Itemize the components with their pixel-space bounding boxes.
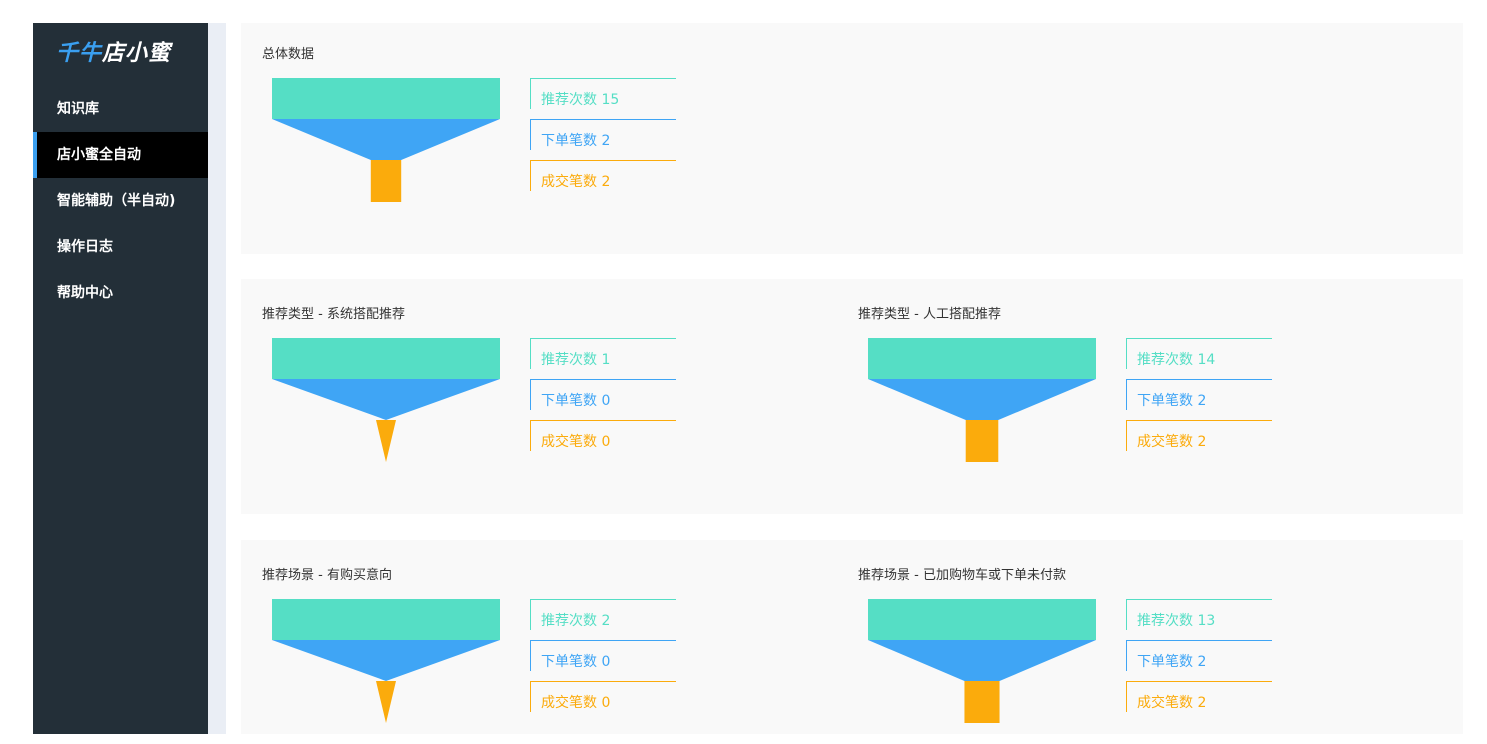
legend-item-deal: 成交笔数 2 <box>1126 681 1272 722</box>
funnel-stage-order <box>868 640 1096 681</box>
legend-item-recommend: 推荐次数 1 <box>530 338 676 379</box>
sidebar-item-smart-assist[interactable]: 智能辅助（半自动) <box>33 178 208 224</box>
funnel-stage-deal <box>965 420 999 462</box>
funnel-chart <box>868 338 1096 462</box>
app-logo: 千牛店小蜜 <box>56 38 171 70</box>
funnel-stage-recommend <box>272 78 500 119</box>
funnel-stage-recommend <box>868 599 1096 640</box>
funnel-chart <box>272 78 500 202</box>
legend-order-label: 下单笔数 2 <box>1126 640 1272 671</box>
funnel-block: 推荐场景 - 有购买意向 推荐次数 2 下单笔数 0 成交笔数 0 <box>241 544 801 744</box>
legend-order-label: 下单笔数 2 <box>1126 379 1272 410</box>
funnel-block: 推荐类型 - 系统搭配推荐 推荐次数 1 下单笔数 0 成交笔数 0 <box>241 283 801 483</box>
overall-panel: 总体数据 推荐次数 15 下单笔数 2 成交笔数 2 <box>241 23 1463 254</box>
recommend-scene-panel: 推荐场景 - 有购买意向 推荐次数 2 下单笔数 0 成交笔数 0 推荐场景 -… <box>241 540 1463 734</box>
sidebar-item-full-auto[interactable]: 店小蜜全自动 <box>33 132 208 178</box>
legend-deal-label: 成交笔数 0 <box>530 681 676 712</box>
funnel-block: 推荐类型 - 人工搭配推荐 推荐次数 14 下单笔数 2 成交笔数 2 <box>837 283 1397 483</box>
block-title: 推荐类型 - 人工搭配推荐 <box>858 307 1001 322</box>
funnel-stage-deal <box>376 681 396 723</box>
block-title: 总体数据 <box>262 47 315 62</box>
funnel-stage-recommend <box>272 338 500 379</box>
legend-item-deal: 成交笔数 2 <box>530 160 676 201</box>
funnel-stage-recommend <box>868 338 1096 379</box>
legend-order-label: 下单笔数 0 <box>530 379 676 410</box>
funnel-stage-order <box>272 119 500 160</box>
legend-recommend-label: 推荐次数 13 <box>1126 599 1272 630</box>
legend-item-order: 下单笔数 0 <box>530 640 676 681</box>
legend-item-recommend: 推荐次数 14 <box>1126 338 1272 379</box>
legend-recommend-label: 推荐次数 2 <box>530 599 676 630</box>
funnel-stage-order <box>868 379 1096 420</box>
funnel-legend: 推荐次数 13 下单笔数 2 成交笔数 2 <box>1126 599 1272 722</box>
legend-deal-label: 成交笔数 0 <box>530 420 676 451</box>
funnel-legend: 推荐次数 1 下单笔数 0 成交笔数 0 <box>530 338 676 461</box>
funnel-stage-deal <box>370 160 402 202</box>
legend-item-order: 下单笔数 0 <box>530 379 676 420</box>
block-title: 推荐场景 - 已加购物车或下单未付款 <box>858 568 1066 583</box>
legend-deal-label: 成交笔数 2 <box>530 160 676 191</box>
funnel-stage-order <box>272 640 500 681</box>
legend-item-deal: 成交笔数 2 <box>1126 420 1272 461</box>
funnel-stage-recommend <box>272 599 500 640</box>
sidebar: 千牛店小蜜 知识库 店小蜜全自动 智能辅助（半自动) 操作日志 帮助中心 <box>33 23 208 734</box>
legend-deal-label: 成交笔数 2 <box>1126 681 1272 712</box>
legend-recommend-label: 推荐次数 1 <box>530 338 676 369</box>
sidebar-divider <box>208 23 226 734</box>
sidebar-item-knowledge-base[interactable]: 知识库 <box>33 86 208 132</box>
funnel-legend: 推荐次数 15 下单笔数 2 成交笔数 2 <box>530 78 676 201</box>
recommend-type-panel: 推荐类型 - 系统搭配推荐 推荐次数 1 下单笔数 0 成交笔数 0 推荐类型 … <box>241 279 1463 514</box>
legend-recommend-label: 推荐次数 14 <box>1126 338 1272 369</box>
block-title: 推荐场景 - 有购买意向 <box>262 568 392 583</box>
legend-item-order: 下单笔数 2 <box>530 119 676 160</box>
legend-deal-label: 成交笔数 2 <box>1126 420 1272 451</box>
legend-item-order: 下单笔数 2 <box>1126 379 1272 420</box>
sidebar-item-help-center[interactable]: 帮助中心 <box>33 270 208 316</box>
funnel-chart <box>868 599 1096 723</box>
funnel-block: 总体数据 推荐次数 15 下单笔数 2 成交笔数 2 <box>241 23 801 223</box>
legend-item-recommend: 推荐次数 15 <box>530 78 676 119</box>
legend-item-order: 下单笔数 2 <box>1126 640 1272 681</box>
legend-item-recommend: 推荐次数 13 <box>1126 599 1272 640</box>
logo-part-product: 店小蜜 <box>102 41 172 66</box>
sidebar-item-operation-log[interactable]: 操作日志 <box>33 224 208 270</box>
legend-order-label: 下单笔数 2 <box>530 119 676 150</box>
legend-item-deal: 成交笔数 0 <box>530 420 676 461</box>
funnel-stage-deal <box>964 681 1000 723</box>
legend-item-recommend: 推荐次数 2 <box>530 599 676 640</box>
funnel-chart <box>272 599 500 723</box>
funnel-legend: 推荐次数 14 下单笔数 2 成交笔数 2 <box>1126 338 1272 461</box>
sidebar-menu: 知识库 店小蜜全自动 智能辅助（半自动) 操作日志 帮助中心 <box>33 86 208 316</box>
block-title: 推荐类型 - 系统搭配推荐 <box>262 307 405 322</box>
logo-part-brand: 千牛 <box>56 41 103 66</box>
funnel-legend: 推荐次数 2 下单笔数 0 成交笔数 0 <box>530 599 676 722</box>
funnel-stage-deal <box>376 420 396 462</box>
legend-recommend-label: 推荐次数 15 <box>530 78 676 109</box>
funnel-stage-order <box>272 379 500 420</box>
legend-item-deal: 成交笔数 0 <box>530 681 676 722</box>
funnel-chart <box>272 338 500 462</box>
legend-order-label: 下单笔数 0 <box>530 640 676 671</box>
funnel-block: 推荐场景 - 已加购物车或下单未付款 推荐次数 13 下单笔数 2 成交笔数 2 <box>837 544 1397 744</box>
